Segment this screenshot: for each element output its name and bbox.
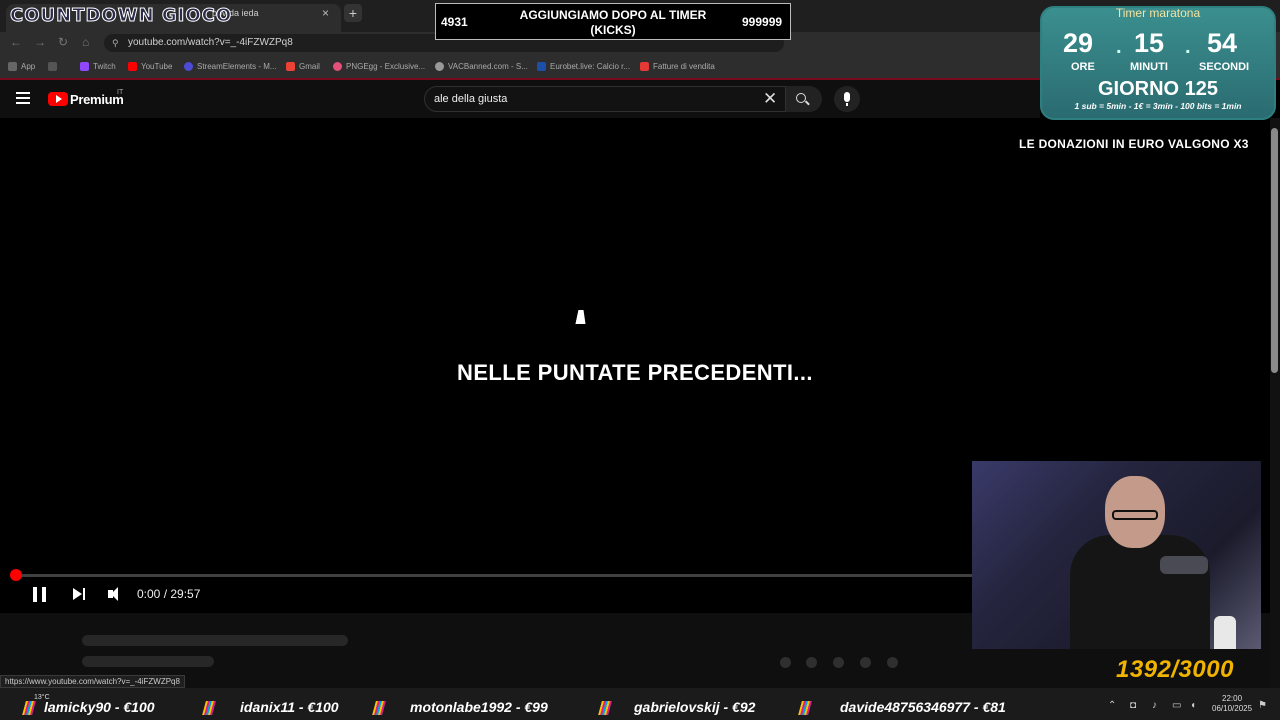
- loading-dot: [860, 657, 871, 668]
- next-video-icon[interactable]: [73, 588, 82, 600]
- site-info-icon[interactable]: ⚲: [112, 38, 119, 49]
- marathon-seconds: 54: [1207, 28, 1238, 58]
- sub-goal-counter: 1392/3000: [1116, 656, 1234, 683]
- country-code: IT: [117, 89, 124, 96]
- ticker-stripe: [372, 701, 386, 715]
- microphone-icon: [844, 92, 850, 106]
- back-icon[interactable]: ←: [10, 35, 22, 49]
- twitch-icon: [80, 62, 89, 71]
- stream-overlay-title: COUNTDOWN GIOCO: [9, 5, 233, 27]
- progress-bar[interactable]: [16, 574, 972, 577]
- tray-chevron-icon[interactable]: ⌃: [1108, 700, 1116, 711]
- youtube-icon: [128, 62, 137, 71]
- pause-icon[interactable]: [33, 587, 46, 602]
- separator: .: [1116, 36, 1122, 58]
- marathon-rules: 1 sub = 5min - 1€ = 3min - 100 bits = 1m…: [1074, 101, 1242, 111]
- pngegg-icon: [333, 62, 342, 71]
- url-text: youtube.com/watch?v=_-4iFZWZPq8: [128, 37, 293, 48]
- microphone: [1160, 556, 1208, 574]
- new-tab-button[interactable]: +: [344, 4, 362, 22]
- notification-bell-icon[interactable]: ⚑: [1258, 700, 1267, 711]
- streamer-body: [1070, 535, 1210, 649]
- volume-icon[interactable]: [108, 587, 118, 601]
- marathon-minutes: 15: [1134, 28, 1165, 58]
- time-display: 0:00 / 29:57: [137, 587, 201, 601]
- ticker-stripe: [598, 701, 612, 715]
- tray-mic-icon[interactable]: ♪: [1152, 700, 1157, 711]
- donation-ticker: lamicky90 - €100 idanix11 - €100 motonla…: [0, 699, 1100, 719]
- hours-label: ORE: [1071, 61, 1095, 73]
- search-input-value: ale della giusta: [434, 93, 508, 105]
- ticker-item: idanix11 - €100: [240, 699, 339, 715]
- donation-notice: LE DONAZIONI IN EURO VALGONO X3: [1019, 137, 1249, 151]
- bookmark-twitch[interactable]: Twitch: [80, 62, 116, 71]
- bookmark-youtube[interactable]: YouTube: [128, 62, 172, 71]
- hamburger-menu-icon[interactable]: [16, 92, 30, 104]
- invoice-icon: [640, 62, 649, 71]
- progress-scrubber[interactable]: [10, 569, 22, 581]
- forward-icon[interactable]: →: [34, 35, 46, 49]
- video-caption: NELLE PUNTATE PRECEDENTI...: [457, 360, 813, 385]
- kicks-goal: 999999: [742, 15, 783, 29]
- kicks-timer-text: AGGIUNGIAMO DOPO AL TIMER (KICKS): [519, 8, 707, 37]
- clear-search-icon[interactable]: ✕: [763, 89, 777, 109]
- loading-placeholder: [82, 635, 348, 646]
- tray-network-icon[interactable]: ▭: [1172, 700, 1181, 711]
- glasses: [1112, 510, 1158, 520]
- status-bar-url: https://www.youtube.com/watch?v=_-4iFZWZ…: [0, 675, 185, 688]
- next-video-bar: [83, 588, 85, 600]
- youtube-logo-icon[interactable]: [48, 92, 68, 106]
- reload-icon[interactable]: ↻: [58, 35, 68, 49]
- bookmark-gmail[interactable]: Gmail: [286, 62, 320, 71]
- tray-volume-icon[interactable]: ◖: [1190, 700, 1196, 711]
- loading-dot: [806, 657, 817, 668]
- vacbanned-icon: [435, 62, 444, 71]
- gmail-icon: [286, 62, 295, 71]
- water-bottle: [1214, 616, 1236, 649]
- loading-placeholder: [82, 656, 214, 667]
- eurobet-icon: [537, 62, 546, 71]
- ticker-item: motonlabe1992 - €99: [410, 699, 548, 715]
- bookmark-apps[interactable]: App: [8, 62, 35, 71]
- loading-dot: [887, 657, 898, 668]
- bookmark-streamelements[interactable]: StreamElements - M...: [184, 62, 277, 71]
- kicks-count: 4931: [441, 15, 468, 29]
- ticker-item: davide48756346977 - €81: [840, 699, 1006, 715]
- bookmark-eurobet[interactable]: Eurobet.live: Calcio r...: [537, 62, 630, 71]
- tab-search-icon[interactable]: [48, 62, 57, 71]
- minutes-label: MINUTI: [1130, 61, 1168, 73]
- apps-grid-icon: [8, 62, 17, 71]
- scrollbar-thumb[interactable]: [1271, 128, 1278, 373]
- tray-app-icon[interactable]: ◘: [1130, 700, 1136, 711]
- ticker-stripe: [798, 701, 812, 715]
- clock-time: 22:00: [1222, 694, 1243, 703]
- taskbar-clock[interactable]: 22:00 06/10/2025: [1212, 694, 1252, 714]
- clock-date: 06/10/2025: [1212, 704, 1253, 713]
- youtube-premium-label[interactable]: Premium: [70, 92, 124, 107]
- loading-dot: [833, 657, 844, 668]
- marathon-day: GIORNO 125: [1097, 78, 1219, 100]
- loading-dot: [780, 657, 791, 668]
- separator: .: [1185, 36, 1191, 58]
- ticker-stripe: [202, 701, 216, 715]
- ticker-stripe: [22, 701, 36, 715]
- tab-close-icon[interactable]: ×: [322, 6, 329, 20]
- seconds-label: SECONDI: [1199, 61, 1250, 73]
- bookmark-fatture[interactable]: Fatture di vendita: [640, 62, 715, 71]
- streamelements-icon: [184, 62, 193, 71]
- search-icon: [796, 93, 806, 103]
- bookmark-pngegg[interactable]: PNGEgg - Exclusive...: [333, 62, 425, 71]
- marathon-title: Timer maratona: [1115, 6, 1201, 20]
- home-icon[interactable]: ⌂: [82, 35, 89, 49]
- ticker-item: lamicky90 - €100: [44, 699, 155, 715]
- marathon-hours: 29: [1063, 28, 1094, 58]
- bookmark-vacbanned[interactable]: VACBanned.com - S...: [435, 62, 528, 71]
- ticker-item: gabrielovskij - €92: [634, 699, 756, 715]
